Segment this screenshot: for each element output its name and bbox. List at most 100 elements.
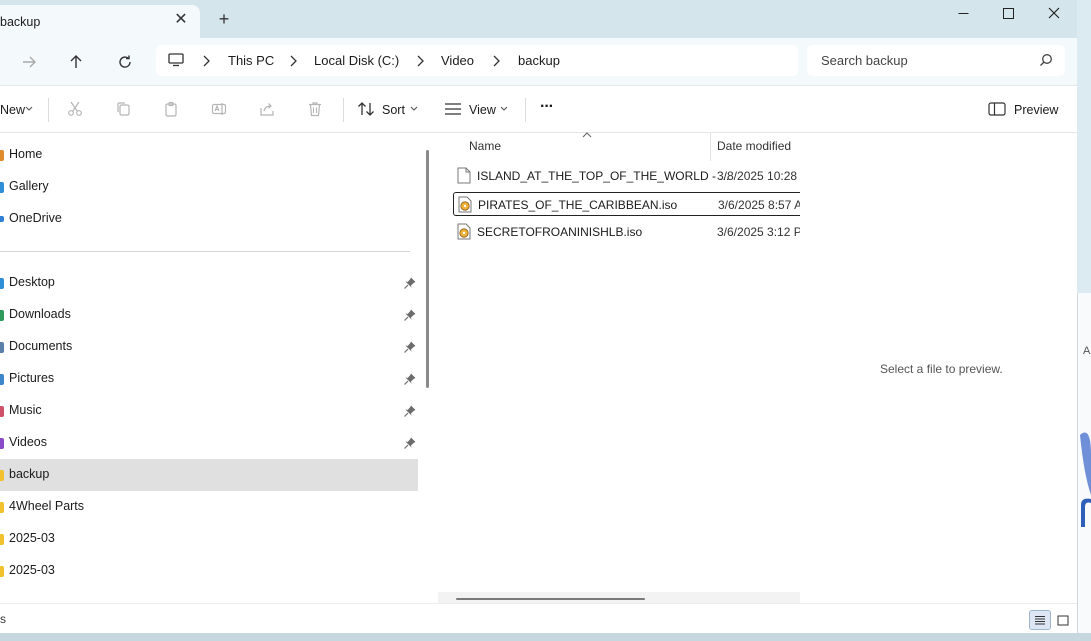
pin-icon [404,405,416,417]
maximize-button[interactable] [985,0,1031,26]
tab-backup[interactable]: backup ✕ [0,5,200,38]
copy-button[interactable] [114,100,132,118]
pin-icon [404,437,416,449]
column-divider[interactable] [710,133,711,161]
cut-button[interactable] [66,100,84,118]
background-window-text: A [1083,345,1091,357]
new-button[interactable]: New [0,103,25,117]
background-graphic [1080,432,1091,527]
blank-file-icon [457,167,471,184]
taskbar [0,633,1091,641]
sidebar-item-label: Home [9,147,43,161]
sidebar-item-label: 4Wheel Parts [9,499,85,513]
up-button[interactable] [64,50,88,74]
sidebar-item-label: Documents [9,339,73,353]
sidebar-item-backup[interactable]: backup [0,459,418,491]
sidebar-item-onedrive[interactable]: OneDrive [0,203,418,235]
pin-icon [404,373,416,385]
close-icon [1048,7,1060,19]
delete-button[interactable] [306,100,324,118]
sidebar-item-videos[interactable]: Videos [0,427,418,459]
up-arrow-icon [70,55,82,68]
breadcrumb-backup[interactable]: backup [518,53,560,68]
music-icon [0,406,4,417]
preview-pane-icon [988,102,1006,116]
sidebar-item-2025-03-second[interactable]: 2025-03 [0,555,418,587]
sidebar-scrollbar[interactable] [426,150,429,388]
search-icon [1040,54,1052,66]
toolbar-divider [525,98,526,122]
scrollbar-thumb[interactable] [456,598,645,600]
navigation-pane: Home Gallery OneDrive Desktop Downloads … [0,133,420,603]
pin-icon [404,309,416,321]
rename-icon [211,103,227,115]
share-button[interactable] [258,100,276,118]
breadcrumb-chevron-icon [493,55,500,67]
rename-button[interactable] [210,100,228,118]
chevron-down-icon [500,106,508,111]
view-button[interactable]: View [469,103,496,117]
videos-icon [0,438,4,449]
desktop-icon [0,278,4,289]
disc-image-icon [457,223,471,240]
close-window-button[interactable] [1031,0,1077,26]
breadcrumb-video[interactable]: Video [441,53,474,68]
file-date: 3/8/2025 10:28 P [717,169,800,183]
disc-image-icon [458,196,472,213]
file-date: 3/6/2025 8:57 AI [718,198,801,212]
sidebar-item-music[interactable]: Music [0,395,418,427]
close-tab-icon[interactable]: ✕ [174,11,188,29]
trash-icon [309,102,321,117]
breadcrumb-this-pc[interactable]: This PC [228,53,274,68]
folder-icon [0,502,4,513]
breadcrumb-local-disk[interactable]: Local Disk (C:) [314,53,399,68]
status-bar: s [0,603,1077,633]
file-row[interactable]: PIRATES_OF_THE_CARIBBEAN.iso 3/6/2025 8:… [453,192,801,216]
clipboard-icon [165,101,177,117]
search-box[interactable]: Search backup [807,45,1065,76]
new-tab-icon[interactable]: + [216,10,232,30]
sidebar-item-label: Desktop [9,275,55,289]
sort-button[interactable]: Sort [382,103,405,117]
sort-icon [358,102,374,116]
view-icon-wrap[interactable] [444,100,462,118]
file-name: ISLAND_AT_THE_TOP_OF_THE_WORLD - ... [477,169,730,183]
column-header-name[interactable]: Name [469,139,501,153]
paste-button[interactable] [162,100,180,118]
sidebar-item-2025-03[interactable]: 2025-03 [0,523,418,555]
chevron-down-icon [25,106,33,111]
this-pc-icon [168,53,184,67]
search-placeholder: Search backup [821,53,908,68]
file-row[interactable]: SECRETOFROANINISHLB.iso 3/6/2025 3:12 PI [453,220,800,244]
preview-icon-wrap[interactable] [988,100,1006,118]
breadcrumb-chevron-icon [417,55,424,67]
column-header-date-modified[interactable]: Date modified [717,139,791,153]
folder-icon [0,470,4,481]
sort-icon-wrap[interactable] [357,100,375,118]
sidebar-item-label: Music [9,403,42,417]
file-row[interactable]: ISLAND_AT_THE_TOP_OF_THE_WORLD - ... 3/8… [453,164,800,188]
sidebar-item-desktop[interactable]: Desktop [0,267,418,299]
sidebar-item-label: Gallery [9,179,49,193]
more-options-button[interactable]: ··· [540,98,554,116]
maximize-icon [1002,7,1014,19]
sidebar-item-pictures[interactable]: Pictures [0,363,418,395]
pictures-icon [0,374,4,385]
sidebar-item-gallery[interactable]: Gallery [0,171,418,203]
sidebar-item-home[interactable]: Home [0,139,418,171]
sidebar-item-documents[interactable]: Documents [0,331,418,363]
forward-button[interactable] [17,50,41,74]
home-icon [0,150,4,161]
tiles-view-button[interactable] [1052,610,1074,630]
navigation-bar: This PC Local Disk (C:) Video backup Sea… [0,38,1077,86]
refresh-button[interactable] [113,50,137,74]
details-view-button[interactable] [1029,610,1051,630]
address-bar[interactable]: This PC Local Disk (C:) Video backup [156,45,798,76]
copy-icon [117,102,130,116]
preview-button[interactable]: Preview [1014,103,1058,117]
sidebar-item-4wheel-parts[interactable]: 4Wheel Parts [0,491,418,523]
file-explorer-window: backup ✕ + This PC Local Disk (C:) Video… [0,0,1077,641]
preview-message: Select a file to preview. [880,362,1003,376]
minimize-button[interactable] [940,0,986,26]
sidebar-item-downloads[interactable]: Downloads [0,299,418,331]
